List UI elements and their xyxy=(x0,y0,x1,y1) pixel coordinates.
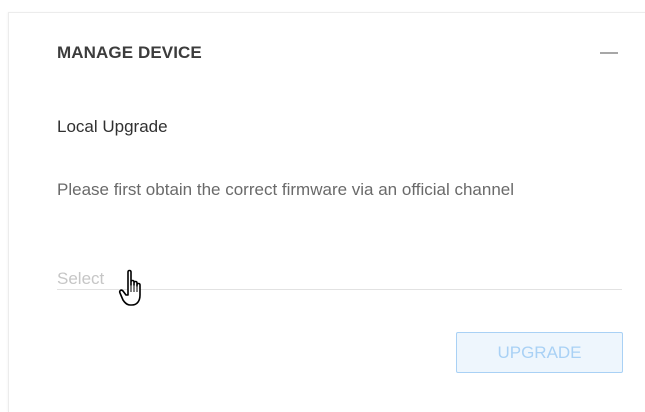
select-placeholder: Select xyxy=(57,269,105,288)
panel-title: MANAGE DEVICE xyxy=(57,43,202,62)
firmware-select[interactable]: Select xyxy=(57,261,622,290)
minus-icon xyxy=(600,52,618,54)
manage-device-panel: MANAGE DEVICE Local Upgrade Please first… xyxy=(8,12,645,412)
upgrade-button[interactable]: UPGRADE xyxy=(456,332,623,373)
local-upgrade-label: Local Upgrade xyxy=(57,117,168,136)
collapse-button[interactable] xyxy=(597,40,621,64)
firmware-hint-text: Please first obtain the correct firmware… xyxy=(57,180,515,199)
